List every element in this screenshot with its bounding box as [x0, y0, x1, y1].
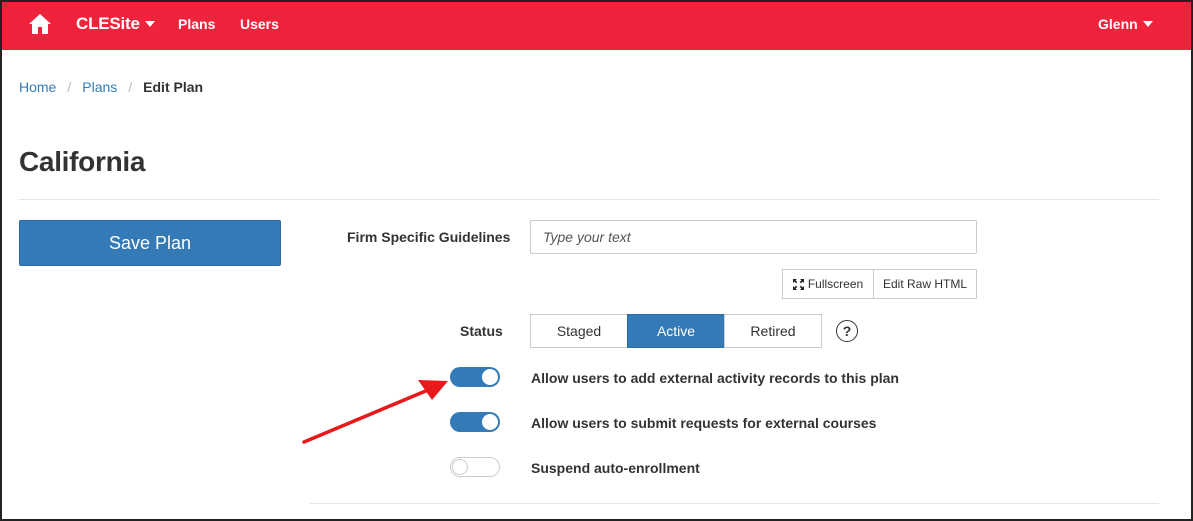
- fullscreen-label: Fullscreen: [807, 277, 864, 291]
- toggle-label-suspend-auto-enrollment: Suspend auto-enrollment: [531, 460, 700, 476]
- fullscreen-icon: [792, 278, 804, 290]
- nav-link-plans[interactable]: Plans: [178, 16, 215, 32]
- breadcrumb-separator: /: [128, 79, 133, 95]
- breadcrumb-plans[interactable]: Plans: [82, 79, 117, 95]
- toggle-label-external-activity: Allow users to add external activity rec…: [531, 370, 899, 386]
- guidelines-label: Firm Specific Guidelines: [347, 229, 511, 245]
- breadcrumb-current: Edit Plan: [143, 79, 204, 95]
- top-navbar: CLESite Plans Users Glenn: [0, 0, 1193, 50]
- user-name: Glenn: [1098, 16, 1138, 32]
- home-icon[interactable]: [28, 12, 52, 36]
- form-divider: [310, 503, 1159, 504]
- status-segmented-control: Staged Active Retired: [530, 314, 822, 348]
- chevron-down-icon: [1142, 21, 1153, 27]
- toggle-knob: [482, 414, 498, 430]
- breadcrumb: Home / Plans / Edit Plan: [19, 79, 203, 95]
- toggle-knob: [482, 369, 498, 385]
- brand-dropdown[interactable]: CLESite: [76, 14, 155, 34]
- save-plan-button[interactable]: Save Plan: [19, 220, 281, 266]
- fullscreen-button[interactable]: Fullscreen: [782, 269, 874, 299]
- brand-label: CLESite: [76, 14, 140, 33]
- status-option-retired[interactable]: Retired: [724, 314, 822, 348]
- chevron-down-icon: [144, 21, 155, 27]
- page-title: California: [19, 146, 146, 177]
- breadcrumb-separator: /: [67, 79, 72, 95]
- guidelines-input[interactable]: [530, 220, 977, 254]
- help-icon[interactable]: ?: [836, 320, 858, 342]
- toggle-suspend-auto-enrollment[interactable]: [450, 457, 500, 477]
- status-option-staged[interactable]: Staged: [530, 314, 628, 348]
- status-label: Status: [460, 323, 503, 339]
- status-option-active[interactable]: Active: [627, 314, 725, 348]
- nav-link-users[interactable]: Users: [240, 16, 279, 32]
- breadcrumb-home[interactable]: Home: [19, 79, 56, 95]
- toggle-label-external-courses: Allow users to submit requests for exter…: [531, 415, 877, 431]
- title-divider: [19, 199, 1159, 200]
- toggle-external-activity[interactable]: [450, 367, 500, 387]
- edit-raw-html-button[interactable]: Edit Raw HTML: [873, 269, 977, 299]
- toggle-knob: [452, 459, 468, 475]
- toggle-external-courses[interactable]: [450, 412, 500, 432]
- user-menu[interactable]: Glenn: [1098, 16, 1153, 32]
